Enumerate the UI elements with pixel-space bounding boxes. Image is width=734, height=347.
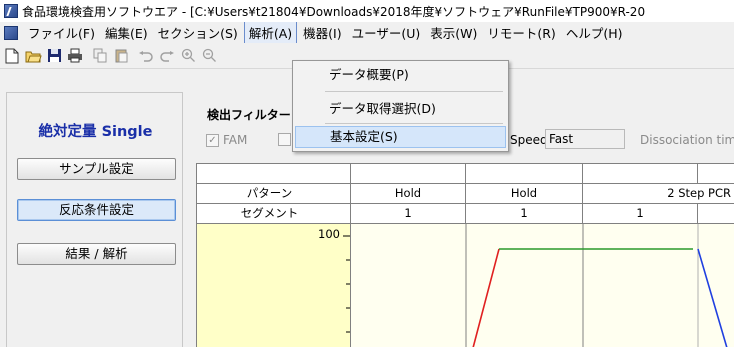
- new-file-icon[interactable]: [3, 47, 21, 65]
- header-cell: [197, 164, 351, 184]
- pattern-row: パターン Hold Hold 2 Step PCR: [197, 184, 734, 204]
- y-axis-ticks: [343, 235, 350, 333]
- menu-item-data-acquisition[interactable]: データ取得選択(D): [295, 98, 506, 120]
- app-icon: [4, 4, 18, 18]
- zoom-out-icon[interactable]: [200, 47, 218, 65]
- segment-cell[interactable]: 1: [351, 204, 466, 224]
- detection-filter-label: 検出フィルター: [207, 108, 291, 122]
- menu-user[interactable]: ユーザー(U): [348, 22, 425, 43]
- menu-item-basic-settings[interactable]: 基本設定(S): [295, 126, 506, 148]
- header-cell: [698, 164, 734, 184]
- left-panel: 絶対定量 Single サンプル設定 反応条件設定 結果 / 解析: [6, 92, 183, 347]
- fam-label: FAM: [223, 133, 248, 147]
- menu-section[interactable]: セクション(S): [154, 22, 242, 43]
- dissociation-time-label: Dissociation tim: [640, 133, 734, 147]
- segment-cell[interactable]: [698, 204, 734, 224]
- print-icon[interactable]: [66, 47, 84, 65]
- results-analysis-button[interactable]: 結果 / 解析: [17, 243, 176, 265]
- speed-label: Speed: [510, 133, 548, 147]
- check-icon: ✓: [206, 133, 219, 147]
- menu-instrument[interactable]: 機器(I): [299, 22, 345, 43]
- segment-row: セグメント 1 1 1: [197, 204, 734, 224]
- temperature-profile-plot[interactable]: [351, 224, 734, 347]
- header-row: [197, 164, 734, 184]
- ramp-up-line: [472, 248, 500, 347]
- header-cell: [583, 164, 698, 184]
- pattern-row-label: パターン: [197, 184, 351, 204]
- undo-icon[interactable]: [137, 47, 155, 65]
- speed-field[interactable]: Fast: [545, 129, 625, 149]
- menu-separator: [325, 91, 503, 92]
- segment-cell[interactable]: 1: [583, 204, 698, 224]
- window-title: 食品環境検査用ソフトウエア - [C:¥Users¥t21804¥Downloa…: [22, 4, 646, 19]
- pattern-cell[interactable]: 2 Step PCR: [583, 184, 734, 204]
- header-cell: [466, 164, 583, 184]
- menu-edit[interactable]: 編集(E): [101, 22, 152, 43]
- filter-checkbox-2[interactable]: [278, 133, 291, 146]
- copy-icon[interactable]: [91, 47, 109, 65]
- document-window-icon[interactable]: [4, 25, 18, 40]
- protocol-grid: パターン Hold Hold 2 Step PCR セグメント 1 1 1 10…: [196, 163, 734, 347]
- redo-icon[interactable]: [158, 47, 176, 65]
- open-folder-icon[interactable]: [24, 47, 42, 65]
- menu-separator: [325, 123, 503, 124]
- header-cell: [351, 164, 466, 184]
- analysis-dropdown-menu: データ概要(P) データ取得選択(D) 基本設定(S): [292, 60, 509, 152]
- zoom-in-icon[interactable]: [179, 47, 197, 65]
- save-icon[interactable]: [45, 47, 63, 65]
- menu-file[interactable]: ファイル(F): [24, 22, 99, 43]
- menu-view[interactable]: 表示(W): [426, 22, 481, 43]
- segment-row-label: セグメント: [197, 204, 351, 224]
- reaction-conditions-button[interactable]: 反応条件設定: [17, 199, 176, 221]
- pattern-cell[interactable]: Hold: [351, 184, 466, 204]
- menu-bar: ファイル(F) 編集(E) セクション(S) 解析(A) 機器(I) ユーザー(…: [0, 22, 734, 43]
- menu-remote[interactable]: リモート(R): [483, 22, 559, 43]
- temperature-axis-panel: 100: [197, 224, 351, 347]
- menu-item-data-overview[interactable]: データ概要(P): [295, 64, 506, 86]
- mode-title: 絶対定量 Single: [38, 124, 153, 140]
- ramp-down-line: [697, 248, 728, 347]
- menu-analysis[interactable]: 解析(A): [243, 22, 298, 43]
- paste-icon[interactable]: [112, 47, 130, 65]
- fam-checkbox[interactable]: ✓ FAM: [206, 133, 247, 147]
- title-bar: 食品環境検査用ソフトウエア - [C:¥Users¥t21804¥Downloa…: [0, 0, 734, 22]
- sample-settings-button[interactable]: サンプル設定: [17, 158, 176, 180]
- segment-cell[interactable]: 1: [466, 204, 583, 224]
- menu-help[interactable]: ヘルプ(H): [562, 22, 627, 43]
- pattern-cell[interactable]: Hold: [466, 184, 583, 204]
